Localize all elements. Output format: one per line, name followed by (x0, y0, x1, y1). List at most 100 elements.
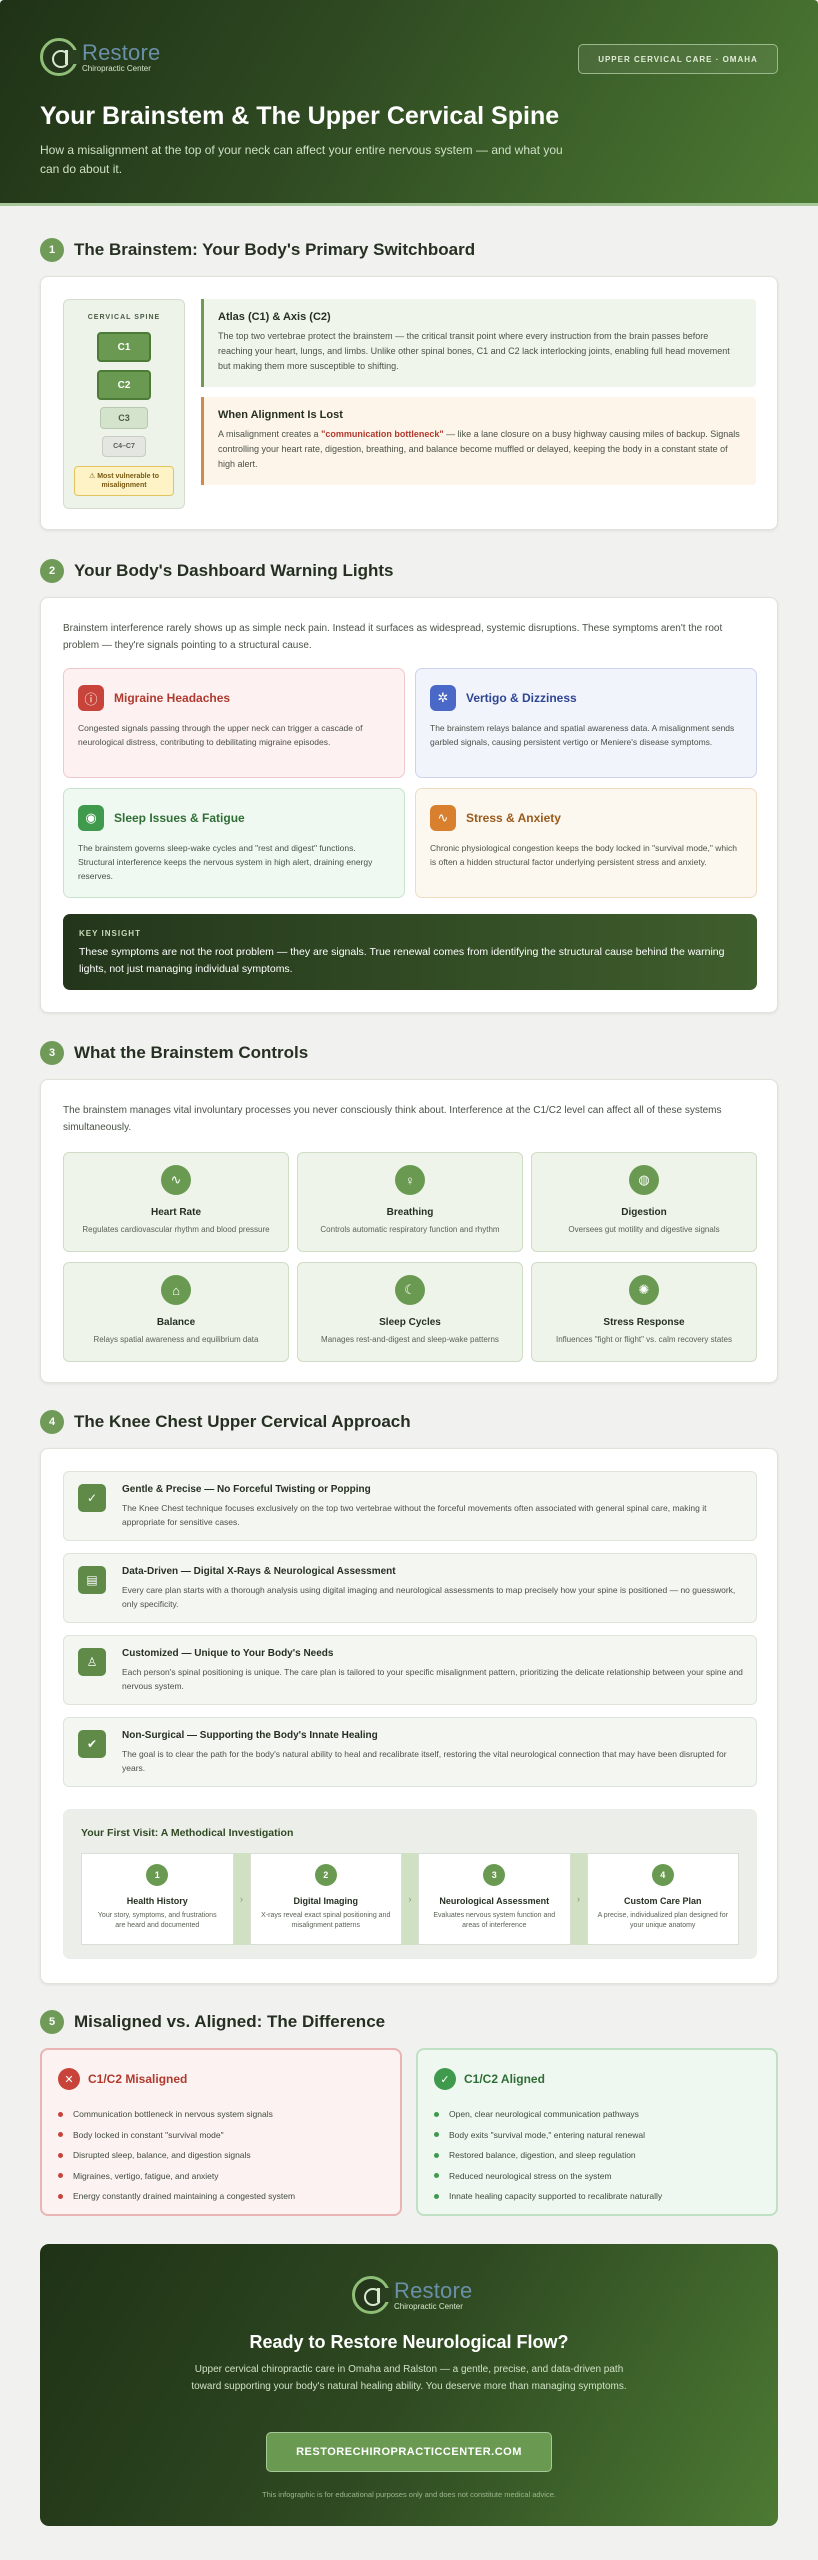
step-text: X-rays reveal exact spinal positioning a… (261, 1912, 391, 1929)
alignment-lost-title: When Alignment Is Lost (218, 409, 343, 421)
warning-lights-card: Brainstem interference rarely shows up a… (40, 597, 778, 1013)
control-text: Manages rest-and-digest and sleep-wake p… (321, 1335, 499, 1344)
list-item-text: Body exits "survival mode," entering nat… (449, 2129, 645, 2140)
key-insight-box: KEY INSIGHT These symptoms are not the r… (63, 914, 757, 990)
logo-subtitle: Chiropractic Center (82, 63, 151, 73)
control-balance: ⌂ Balance Relays spatial awareness and e… (63, 1262, 289, 1362)
first-visit-title: Your First Visit: A Methodical Investiga… (81, 1827, 294, 1839)
section-3-heading: 3 What the Brainstem Controls (40, 1041, 308, 1065)
insight-label: KEY INSIGHT (79, 929, 141, 938)
list-item-text: Communication bottleneck in nervous syst… (73, 2109, 273, 2120)
control-digestion: ◍ Digestion Oversees gut motility and di… (531, 1152, 757, 1252)
step-neuro-assessment: 3 Neurological Assessment Evaluates nerv… (418, 1853, 571, 1945)
list-item-text: Energy constantly drained maintaining a … (73, 2191, 296, 2202)
brainstem-card: CERVICAL SPINE C1 C2 C3 C4–C7 ⚠ Most vul… (40, 276, 778, 530)
vertebra-c2: C2 (97, 370, 151, 400)
atlas-title: Atlas (C1) & Axis (C2) (218, 311, 331, 323)
home-icon: ⌂ (161, 1275, 191, 1305)
symptom-title: Migraine Headaches (114, 691, 231, 705)
check-icon: ✓ (78, 1484, 106, 1512)
vertebra-c1: C1 (97, 332, 151, 362)
dizzy-icon: ✲ (430, 685, 456, 711)
control-title: Balance (156, 1317, 196, 1328)
text-part: A misalignment creates a (218, 429, 322, 439)
symptom-title: Vertigo & Dizziness (466, 691, 577, 705)
section-intro: Brainstem interference rarely shows up a… (63, 623, 723, 651)
lungs-icon: ♀ (395, 1165, 425, 1195)
control-stress-response: ✺ Stress Response Influences "fight or f… (531, 1262, 757, 1362)
control-text: Relays spatial awareness and equilibrium… (93, 1335, 259, 1344)
control-heart-rate: ∿ Heart Rate Regulates cardiovascular rh… (63, 1152, 289, 1252)
logo[interactable]: Restore Chiropractic Center (40, 38, 160, 76)
list-item-text: Disrupted sleep, balance, and digestion … (73, 2150, 251, 2161)
website-button[interactable]: RESTORECHIROPRACTICCENTER.COM (266, 2432, 552, 2472)
page-subtitle: How a misalignment at the top of your ne… (40, 143, 563, 176)
feature-non-surgical: ✔ Non-Surgical — Supporting the Body's I… (63, 1717, 757, 1787)
bullet-dot-icon (58, 2152, 63, 2158)
bullet-dot-icon (58, 2173, 63, 2179)
chevron-right-icon: › (402, 1853, 418, 1945)
sleep-icon: ◉ (78, 805, 104, 831)
control-title: Stress Response (603, 1317, 685, 1328)
brainstem-controls-card: The brainstem manages vital involuntary … (40, 1079, 778, 1383)
list-item-text: Reduced neurological stress on the syste… (449, 2170, 612, 2181)
footer-logo[interactable]: Restore Chiropractic Center (352, 2276, 472, 2314)
control-text: Oversees gut motility and digestive sign… (568, 1225, 720, 1234)
people-icon: ♙ (78, 1648, 106, 1676)
step-title: Digital Imaging (293, 1896, 358, 1906)
step-number: 2 (314, 1864, 337, 1886)
section-5-heading: 5 Misaligned vs. Aligned: The Difference (40, 2010, 385, 2034)
control-title: Heart Rate (150, 1207, 202, 1218)
symptom-text: Chronic physiological congestion keeps t… (430, 843, 738, 867)
aligned-title: C1/C2 Aligned (464, 2072, 545, 2086)
symptom-text: Congested signals passing through the up… (78, 723, 363, 747)
chevron-right-icon: › (233, 1853, 250, 1945)
footer-cta: Restore Chiropractic Center Ready to Res… (40, 2244, 778, 2526)
feature-title: Gentle & Precise — No Forceful Twisting … (122, 1484, 371, 1495)
list-item: Communication bottleneck in nervous syst… (58, 2104, 384, 2125)
step-health-history: 1 Health History Your story, symptoms, a… (81, 1853, 234, 1945)
list-item: Body exits "survival mode," entering nat… (434, 2125, 760, 2146)
sun-icon: ✺ (629, 1275, 659, 1305)
feature-title: Non-Surgical — Supporting the Body's Inn… (122, 1730, 378, 1741)
x-icon: ✕ (58, 2068, 80, 2090)
disclaimer: This infographic is for educational purp… (262, 2490, 556, 2499)
pulse-icon: ∿ (430, 805, 456, 831)
list-item: Restored balance, digestion, and sleep r… (434, 2145, 760, 2166)
step-text: Evaluates nervous system function and ar… (433, 1912, 556, 1929)
cta-text: Upper cervical chiropractic care in Omah… (191, 2364, 627, 2392)
logo-name: Restore (82, 39, 161, 65)
feature-gentle: ✓ Gentle & Precise — No Forceful Twistin… (63, 1471, 757, 1541)
feature-customized: ♙ Customized — Unique to Your Body's Nee… (63, 1635, 757, 1705)
bullet-dot-icon (58, 2193, 63, 2199)
check-circle-icon: ✔ (78, 1730, 106, 1758)
section-number: 2 (40, 559, 64, 583)
section-number: 5 (40, 2010, 64, 2034)
section-2-heading: 2 Your Body's Dashboard Warning Lights (40, 559, 394, 583)
step-title: Neurological Assessment (439, 1896, 550, 1906)
bullet-dot-icon (58, 2132, 63, 2138)
alignment-lost-text: A misalignment creates a "communication … (218, 427, 742, 472)
hero-banner: Restore Chiropractic Center UPPER CERVIC… (0, 0, 818, 206)
control-title: Breathing (386, 1207, 434, 1218)
cta-title: Ready to Restore Neurological Flow? (249, 2332, 569, 2352)
atlas-axis-panel: Atlas (C1) & Axis (C2) The top two verte… (201, 299, 756, 387)
list-item-text: Restored balance, digestion, and sleep r… (449, 2150, 636, 2161)
list-item-text: Body locked in constant "survival mode" (73, 2129, 224, 2140)
aligned-list: Open, clear neurological communication p… (434, 2104, 760, 2207)
control-breathing: ♀ Breathing Controls automatic respirato… (297, 1152, 523, 1252)
alignment-lost-panel: When Alignment Is Lost A misalignment cr… (201, 397, 756, 485)
section-number: 3 (40, 1041, 64, 1065)
step-title: Custom Care Plan (623, 1896, 702, 1906)
feature-title: Customized — Unique to Your Body's Needs (122, 1648, 334, 1659)
step-title: Health History (126, 1896, 188, 1906)
highlight-bottleneck: "communication bottleneck" (321, 429, 444, 439)
list-item: Open, clear neurological communication p… (434, 2104, 760, 2125)
section-title: Your Body's Dashboard Warning Lights (74, 561, 394, 580)
step-digital-imaging: 2 Digital Imaging X-rays reveal exact sp… (249, 1853, 402, 1945)
chevron-right-icon: › (570, 1853, 587, 1945)
insight-text: These symptoms are not the root problem … (79, 946, 725, 975)
aligned-panel: ✓ C1/C2 Aligned Open, clear neurological … (416, 2048, 778, 2216)
section-4-heading: 4 The Knee Chest Upper Cervical Approach (40, 1410, 411, 1434)
bullet-dot-icon (434, 2193, 439, 2199)
